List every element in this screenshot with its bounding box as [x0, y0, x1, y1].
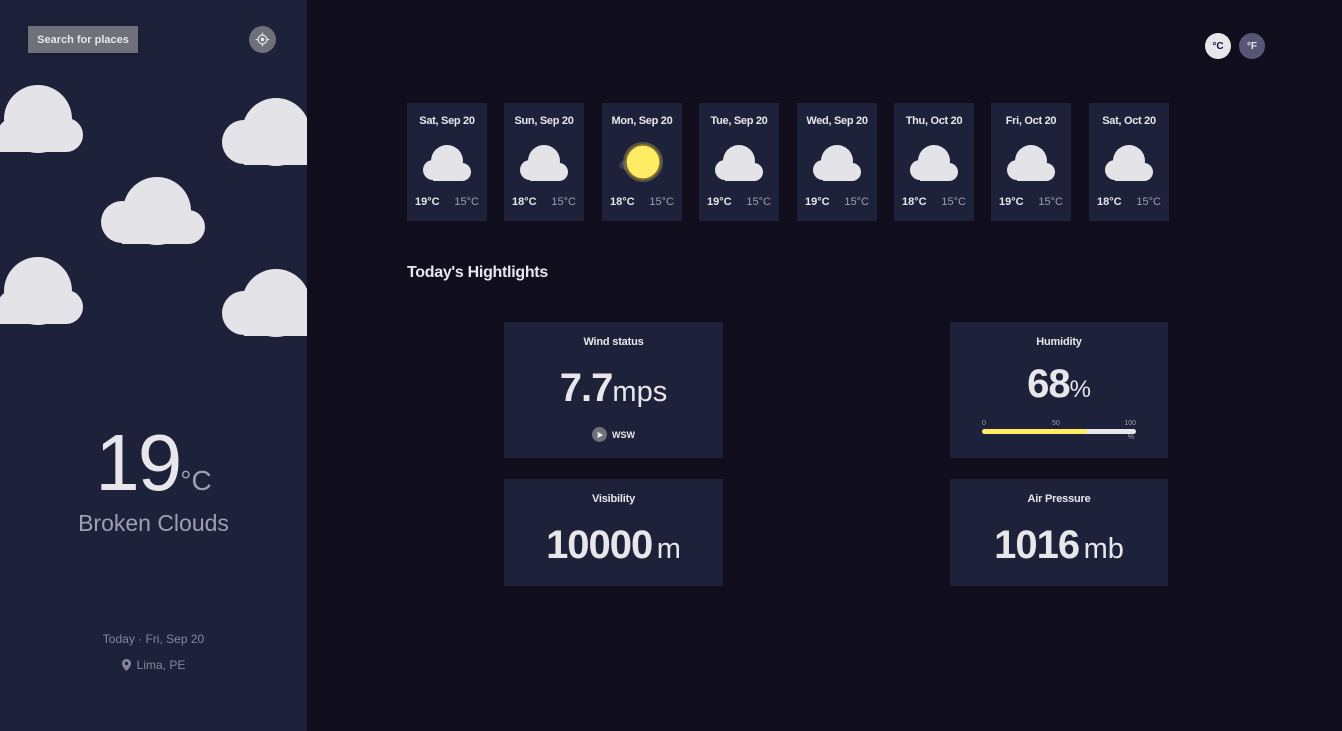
location-label: Lima, PE	[136, 658, 186, 672]
wind-status-card: Wind status 7.7mps WSW	[504, 322, 723, 458]
weather-description: Broken Clouds	[78, 510, 229, 536]
forecast-day-card: Wed, Sep 20 19°C 15°C	[797, 103, 877, 221]
forecast-max-temp: 19°C	[707, 196, 732, 208]
forecast-max-temp: 19°C	[805, 196, 830, 208]
forecast-date: Thu, Oct 20	[905, 115, 963, 127]
map-pin-icon	[121, 659, 131, 671]
visibility-value: 10000 m	[504, 523, 723, 568]
sidebar: Search for places 19°C Broken Clouds Tod…	[0, 0, 307, 731]
sun-icon	[619, 142, 663, 182]
forecast-min-temp: 15°C	[551, 196, 576, 208]
wind-speed: 7.7	[559, 366, 614, 410]
humidity-card: Humidity 68% 0 50 100 %	[950, 322, 1168, 458]
background-cloud-icon	[222, 269, 307, 337]
forecast-min-temp: 15°C	[941, 196, 966, 208]
humidity-bar-ticks: 0 50 100	[982, 420, 1136, 428]
cloud-icon	[910, 145, 958, 181]
forecast-max-temp: 18°C	[512, 196, 537, 208]
current-location-button[interactable]	[249, 26, 276, 53]
forecast-list: Sat, Sep 20 19°C 15°C Sun, Sep 20 18°C 15°C Mo…	[407, 103, 1169, 221]
cloud-icon	[813, 145, 861, 181]
crosshair-gps-icon	[255, 32, 270, 47]
forecast-max-temp: 18°C	[902, 196, 927, 208]
visibility-card: Visibility 10000 m	[504, 479, 723, 586]
humidity-value: 68%	[950, 362, 1168, 407]
forecast-date: Sat, Sep 20	[419, 115, 475, 127]
forecast-day-card: Thu, Oct 20 18°C 15°C	[894, 103, 974, 221]
wind-direction-label: WSW	[612, 429, 635, 440]
fahrenheit-button[interactable]: °F	[1239, 33, 1265, 59]
cloud-icon	[1007, 145, 1055, 181]
forecast-day-card: Sun, Sep 20 18°C 15°C	[504, 103, 584, 221]
humidity-bar: 0 50 100 %	[982, 420, 1136, 444]
celsius-button[interactable]: °C	[1205, 33, 1231, 59]
forecast-max-temp: 18°C	[1097, 196, 1122, 208]
forecast-date: Wed, Sep 20	[806, 115, 868, 127]
forecast-day-card: Fri, Oct 20 19°C 15°C	[991, 103, 1071, 221]
humidity-label: Humidity	[1036, 336, 1082, 348]
forecast-date: Sun, Sep 20	[514, 115, 574, 127]
visibility-number: 10000	[546, 523, 653, 567]
humidity-unit: %	[1069, 376, 1091, 403]
visibility-label: Visibility	[591, 493, 636, 505]
forecast-date: Mon, Sep 20	[611, 115, 673, 127]
forecast-day-card: Mon, Sep 20 18°C 15°C	[602, 103, 682, 221]
current-date: Today · Fri, Sep 20	[102, 632, 205, 646]
cloud-icon	[423, 145, 471, 181]
air-pressure-card: Air Pressure 1016 mb	[950, 479, 1168, 586]
air-pressure-number: 1016	[994, 523, 1080, 567]
wind-unit: mps	[612, 376, 668, 408]
search-places-button[interactable]: Search for places	[28, 26, 138, 53]
humidity-fill	[982, 429, 1087, 434]
highlights-title: Today's Hightlights	[407, 264, 548, 281]
forecast-day-card: Tue, Sep 20 19°C 15°C	[699, 103, 779, 221]
background-cloud-icon	[0, 85, 83, 153]
humidity-number: 68	[1027, 362, 1070, 406]
forecast-date: Sat, Oct 20	[1102, 115, 1156, 127]
air-pressure-unit: mb	[1083, 533, 1124, 565]
forecast-max-temp: 19°C	[999, 196, 1024, 208]
temperature-unit: °C	[180, 465, 212, 496]
air-pressure-label: Air Pressure	[1027, 493, 1091, 505]
humidity-tick-100: 100	[1124, 420, 1136, 427]
forecast-day-card: Sat, Sep 20 19°C 15°C	[407, 103, 487, 221]
cloud-icon	[715, 145, 763, 181]
wind-status-value: 7.7mps	[504, 366, 723, 411]
humidity-percent-sign: %	[1127, 434, 1134, 441]
air-pressure-value: 1016 mb	[950, 523, 1168, 568]
forecast-date: Tue, Sep 20	[710, 115, 768, 127]
cloud-icon	[1105, 145, 1153, 181]
forecast-day-card: Sat, Oct 20 18°C 15°C	[1089, 103, 1169, 221]
wind-direction: WSW	[504, 427, 723, 442]
navigation-arrow-icon	[592, 427, 607, 442]
humidity-track	[982, 429, 1136, 434]
background-cloud-icon	[0, 257, 83, 325]
forecast-max-temp: 18°C	[610, 196, 635, 208]
background-cloud-icon	[101, 177, 205, 245]
forecast-min-temp: 15°C	[649, 196, 674, 208]
cloud-icon	[520, 145, 568, 181]
visibility-unit: m	[656, 533, 681, 565]
background-cloud-icon	[222, 98, 307, 166]
current-location: Lima, PE	[0, 658, 307, 672]
temperature-value: 19	[95, 418, 182, 507]
humidity-tick-50: 50	[1052, 420, 1060, 427]
forecast-min-temp: 15°C	[454, 196, 479, 208]
forecast-date: Fri, Oct 20	[1005, 115, 1057, 127]
forecast-min-temp: 15°C	[1038, 196, 1063, 208]
forecast-min-temp: 15°C	[844, 196, 869, 208]
forecast-max-temp: 19°C	[415, 196, 440, 208]
humidity-tick-0: 0	[982, 420, 986, 427]
wind-status-label: Wind status	[583, 336, 644, 348]
forecast-min-temp: 15°C	[746, 196, 771, 208]
forecast-min-temp: 15°C	[1136, 196, 1161, 208]
